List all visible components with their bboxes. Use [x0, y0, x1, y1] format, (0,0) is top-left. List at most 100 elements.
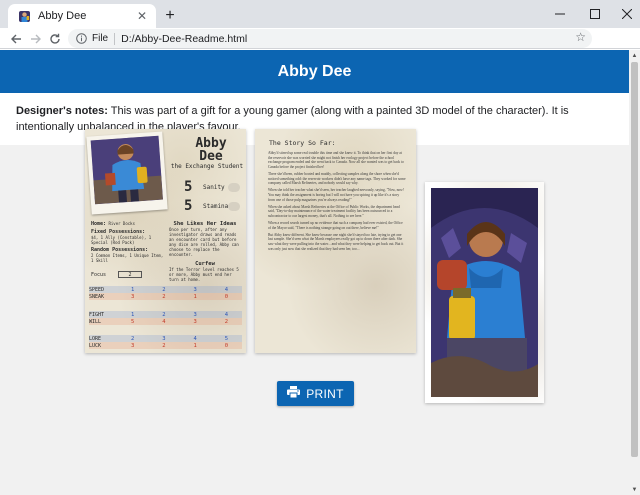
notes-label: Designer's notes:: [16, 105, 108, 117]
skill-value: 3: [130, 293, 135, 300]
stamina-value: 5: [184, 198, 193, 214]
abilities-block: She Likes Her Ideas Once per turn, after…: [169, 221, 241, 282]
abby-favicon-icon: [18, 10, 31, 23]
story-paragraph: When a record search turned up no eviden…: [268, 221, 403, 230]
skill-value: 1: [193, 342, 197, 349]
home-label: Home:: [91, 221, 107, 227]
close-window-icon[interactable]: [612, 0, 640, 28]
skill-value: 2: [162, 286, 166, 293]
sanity-marker: [228, 182, 240, 192]
bookmark-star-icon[interactable]: ☆: [575, 30, 586, 44]
sanity-value: 5: [184, 179, 193, 195]
print-button[interactable]: PRINT: [277, 381, 354, 406]
skill-value: 2: [224, 318, 229, 325]
random-possessions-value: 2 Common Items, 1 Unique Item, 1 Skill: [91, 253, 164, 263]
story-body: Abby'd stirred up some real trouble this…: [268, 151, 406, 254]
skill-value: 0: [224, 342, 229, 349]
browser-titlebar: Abby Dee ✕ +: [0, 0, 640, 28]
stamina-marker: [228, 201, 240, 211]
stamina-label: Stamina: [203, 202, 229, 210]
skill-row-luck: LUCK 3 2 1 0: [89, 342, 242, 349]
page-title: Abby Dee: [277, 62, 352, 80]
skill-value: 3: [193, 318, 197, 325]
back-arrow-icon[interactable]: [6, 28, 26, 49]
tab-close-icon[interactable]: ✕: [134, 8, 150, 24]
story-card: The Story So Far: Abby'd stirred up some…: [255, 129, 416, 353]
scroll-down-arrow-icon[interactable]: ▼: [629, 484, 640, 495]
skill-row-lore: LORE 2 3 4 5: [89, 335, 242, 342]
skill-name: SNEAK: [89, 293, 105, 300]
skill-value: 3: [130, 342, 135, 349]
focus-value: 2: [118, 271, 143, 278]
skill-name: LORE: [89, 335, 102, 342]
skill-value: 3: [193, 286, 197, 293]
skill-value: 2: [162, 342, 166, 349]
address-url[interactable]: D:/Abby-Dee-Readme.html: [121, 33, 247, 45]
scroll-up-arrow-icon[interactable]: ▲: [629, 50, 640, 61]
skill-value: 1: [130, 286, 135, 293]
skill-value: 4: [193, 335, 197, 342]
skill-name: SPEED: [89, 286, 105, 293]
sanity-label: Sanity: [203, 183, 225, 191]
story-paragraph: Abby'd stirred up some real trouble this…: [268, 151, 404, 169]
skill-table-speed-sneak: SPEED 1 2 3 4 SNEAK 3 2 1 0: [89, 286, 242, 300]
skill-value: 2: [162, 311, 166, 318]
skill-value: 5: [224, 335, 229, 342]
reload-icon[interactable]: [45, 28, 65, 49]
story-paragraph: There she'd been, rubber booted and mudd…: [268, 171, 406, 186]
home-value: River Docks: [108, 221, 135, 226]
address-separator: [114, 32, 116, 45]
skill-row-speed: SPEED 1 2 3 4: [89, 286, 242, 293]
printer-icon: [287, 385, 301, 403]
fixed-possessions-value: $4, 1 Ally (Constable), 1 Special (Rod P…: [91, 235, 152, 245]
skill-value: 2: [162, 293, 166, 300]
focus-label: Focus: [91, 271, 107, 278]
character-name-line2: Dee: [199, 149, 223, 164]
character-polaroid-photo: [86, 131, 168, 215]
skill-row-will: WILL 5 4 3 2: [89, 318, 242, 325]
curfew-text: If the Terror level reaches 5 or more, A…: [169, 267, 239, 282]
sanity-stat: 5 Sanity: [184, 179, 244, 195]
skill-name: WILL: [89, 318, 102, 325]
skill-value: 3: [193, 311, 197, 318]
maximize-icon[interactable]: [580, 0, 610, 28]
skill-value: 1: [193, 293, 197, 300]
possessions-block: Home: River Docks Fixed Possessions: $4,…: [91, 221, 165, 263]
skill-value: 2: [130, 335, 135, 342]
new-tab-button[interactable]: +: [160, 6, 180, 26]
ability-text: Once per turn, after any investigator dr…: [169, 227, 239, 257]
minimize-icon[interactable]: [545, 0, 575, 28]
stamina-stat: 5 Stamina: [184, 198, 244, 214]
story-paragraph: But Abby knew different. She knew becaus…: [268, 232, 404, 251]
portrait-card: [425, 182, 544, 403]
skill-value: 4: [162, 318, 166, 325]
forward-arrow-icon[interactable]: [26, 28, 46, 49]
skill-table-lore-luck: LORE 2 3 4 5 LUCK 3 2 1 0: [89, 335, 242, 349]
focus-stat: Focus 2: [91, 271, 161, 278]
info-icon[interactable]: [75, 33, 87, 45]
character-name: Abby Dee: [181, 137, 241, 163]
browser-toolbar: File D:/Abby-Dee-Readme.html ☆: [0, 28, 640, 49]
skill-row-fight: FIGHT 1 2 3 4: [89, 311, 242, 318]
story-paragraph: When she told her teacher what she'd see…: [268, 188, 404, 202]
skill-value: 5: [130, 318, 135, 325]
skill-value: 4: [224, 311, 229, 318]
address-scheme-label: File: [92, 33, 109, 44]
address-bar[interactable]: File D:/Abby-Dee-Readme.html ☆: [68, 29, 592, 48]
vertical-scrollbar[interactable]: ▲ ▼: [629, 50, 640, 495]
skill-name: FIGHT: [89, 311, 105, 318]
tab-title: Abby Dee: [38, 10, 87, 22]
browser-tab[interactable]: Abby Dee ✕: [8, 4, 156, 28]
character-portrait-image: [431, 188, 538, 397]
skill-name: LUCK: [89, 342, 102, 349]
skill-table-fight-will: FIGHT 1 2 3 4 WILL 5 4 3 2: [89, 311, 242, 325]
character-role: the Exchange Student: [170, 163, 244, 170]
character-card-front: Abby Dee the Exchange Student 5 Sanity 5…: [85, 129, 246, 353]
page-header: Abby Dee: [0, 50, 629, 93]
scroll-thumb[interactable]: [631, 62, 638, 457]
skill-value: 3: [162, 335, 166, 342]
story-title: The Story So Far:: [269, 139, 336, 147]
skill-value: 1: [130, 311, 135, 318]
story-paragraph: When she asked about Marsh Refineries at…: [268, 204, 400, 218]
skill-value: 0: [224, 293, 229, 300]
